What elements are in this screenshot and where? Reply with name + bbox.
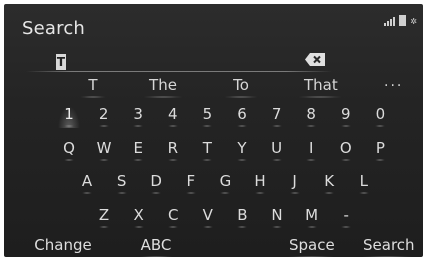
backspace-icon[interactable] — [304, 52, 326, 67]
text-cursor: T — [56, 54, 66, 70]
key-b[interactable]: B — [235, 206, 249, 228]
key-dash[interactable]: - — [339, 206, 353, 228]
key-4[interactable]: 4 — [166, 105, 180, 127]
key-y[interactable]: Y — [235, 139, 249, 161]
key-o[interactable]: O — [339, 139, 353, 161]
input-underline — [26, 71, 332, 72]
abc-button[interactable]: ABC — [140, 236, 172, 257]
key-w[interactable]: W — [97, 139, 111, 161]
signal-icon — [384, 17, 396, 26]
key-u[interactable]: U — [270, 139, 284, 161]
battery-icon — [399, 15, 407, 26]
bluetooth-icon: ✲ — [410, 17, 417, 26]
key-6[interactable]: 6 — [235, 105, 249, 127]
key-n[interactable]: N — [270, 206, 284, 228]
key-9[interactable]: 9 — [339, 105, 353, 127]
suggestion-item[interactable]: To — [224, 76, 258, 98]
page-title: Search — [22, 18, 86, 39]
space-button[interactable]: Space — [289, 236, 335, 257]
key-r[interactable]: R — [166, 139, 180, 161]
suggestion-item[interactable]: The — [143, 76, 183, 98]
key-5[interactable]: 5 — [200, 105, 214, 127]
key-s[interactable]: S — [115, 172, 129, 194]
key-e[interactable]: E — [131, 139, 145, 161]
key-x[interactable]: X — [132, 206, 146, 228]
key-j[interactable]: J — [288, 172, 302, 194]
suggestion-item[interactable]: That — [298, 76, 342, 98]
search-button[interactable]: Search — [363, 236, 415, 257]
key-d[interactable]: D — [149, 172, 163, 194]
status-bar: ✲ — [384, 15, 417, 26]
key-0[interactable]: 0 — [373, 105, 387, 127]
change-type-button[interactable]: Change Type — [20, 236, 106, 257]
key-t[interactable]: T — [200, 139, 214, 161]
key-q[interactable]: Q — [62, 139, 76, 161]
key-a[interactable]: A — [80, 172, 94, 194]
key-v[interactable]: V — [201, 206, 215, 228]
key-k[interactable]: K — [322, 172, 336, 194]
key-1[interactable]: 1 — [58, 105, 80, 128]
key-z[interactable]: Z — [97, 206, 111, 228]
key-p[interactable]: P — [373, 139, 387, 161]
key-7[interactable]: 7 — [270, 105, 284, 127]
more-suggestions-button[interactable]: ... — [384, 74, 403, 90]
key-h[interactable]: H — [253, 172, 267, 194]
key-m[interactable]: M — [305, 206, 319, 228]
search-input[interactable]: T — [26, 52, 332, 72]
key-c[interactable]: C — [166, 206, 180, 228]
suggestion-item[interactable]: T — [80, 76, 106, 98]
key-f[interactable]: F — [184, 172, 198, 194]
key-8[interactable]: 8 — [304, 105, 318, 127]
key-3[interactable]: 3 — [131, 105, 145, 127]
search-screen: Search ✲ T T The To That ... 1234567890 QWER… — [4, 4, 423, 257]
key-i[interactable]: I — [304, 139, 318, 161]
key-l[interactable]: L — [357, 172, 371, 194]
key-2[interactable]: 2 — [97, 105, 111, 127]
key-g[interactable]: G — [218, 172, 232, 194]
